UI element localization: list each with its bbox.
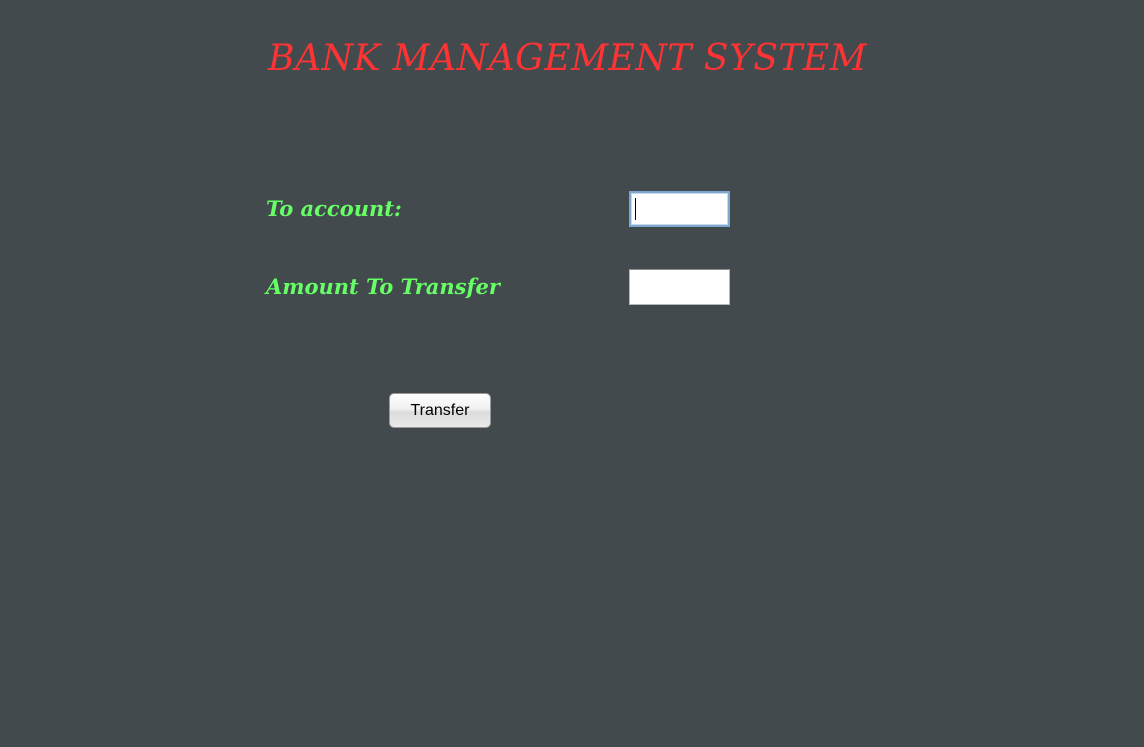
- to-account-input[interactable]: [629, 191, 730, 227]
- transfer-button[interactable]: Transfer: [389, 393, 491, 428]
- to-account-label: To account:: [266, 196, 402, 221]
- transfer-window: BANK MANAGEMENT SYSTEM To account: Amoun…: [0, 0, 1144, 747]
- text-caret: [635, 198, 636, 220]
- app-title: BANK MANAGEMENT SYSTEM: [268, 38, 868, 79]
- amount-input[interactable]: [629, 269, 730, 305]
- amount-label: Amount To Transfer: [266, 274, 500, 299]
